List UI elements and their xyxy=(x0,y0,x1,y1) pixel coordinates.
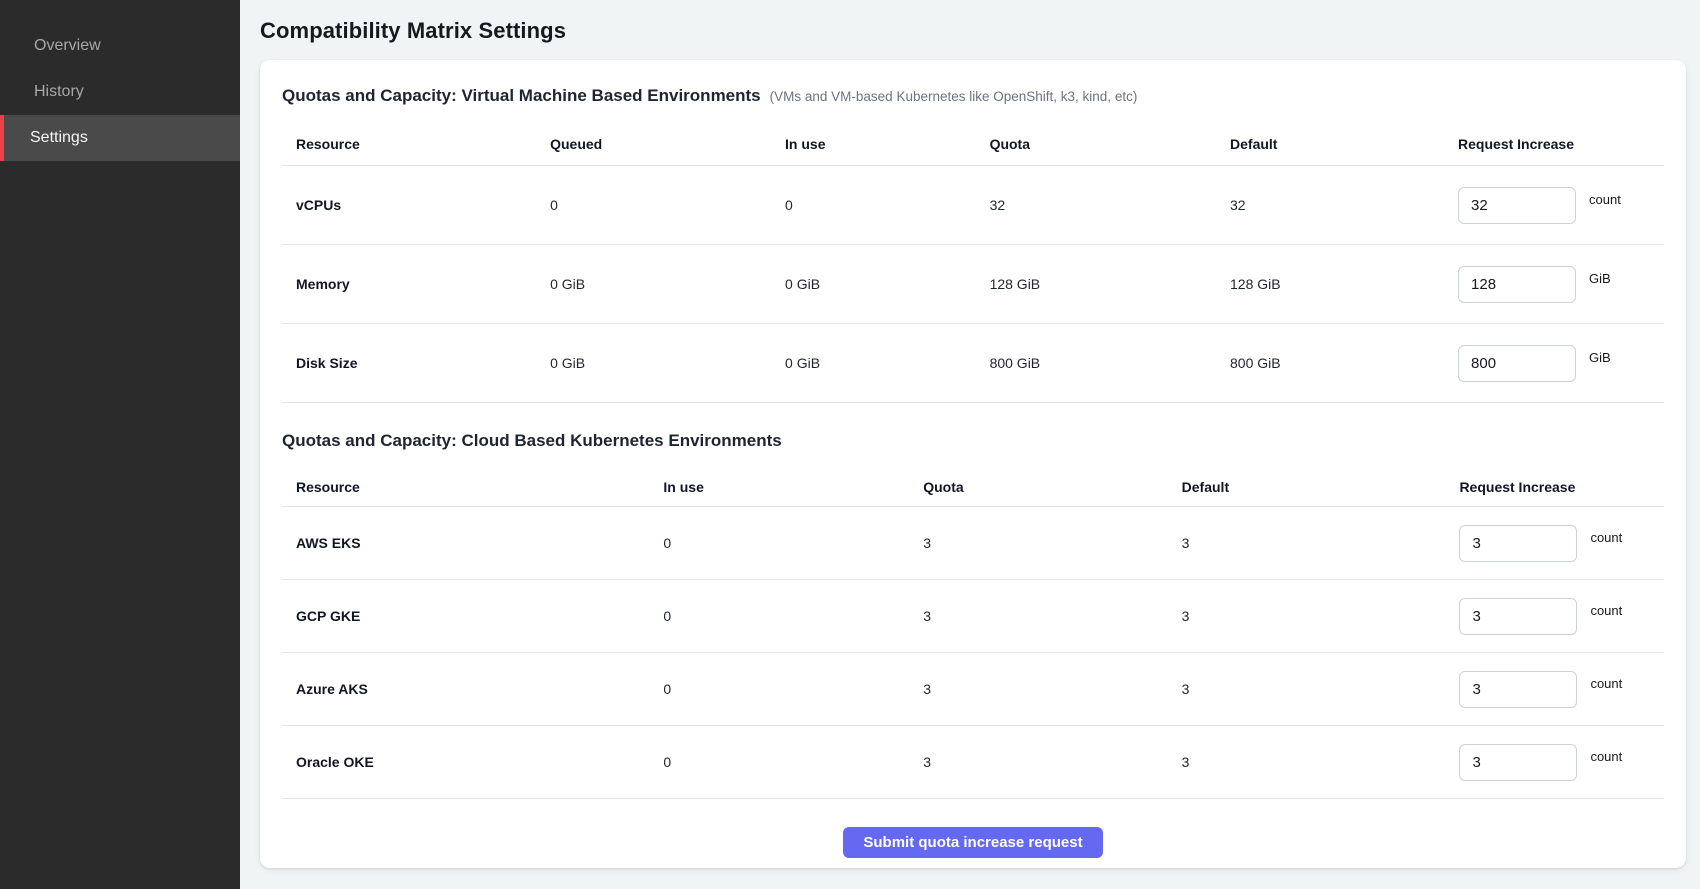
page-title: Compatibility Matrix Settings xyxy=(260,18,1686,44)
queued-value: 0 GiB xyxy=(550,355,785,371)
resource-name: Disk Size xyxy=(282,355,550,371)
column-header-quota: Quota xyxy=(923,479,1181,495)
sidebar-item-label: History xyxy=(34,83,84,101)
default-value: 3 xyxy=(1182,754,1460,770)
request-increase-cell: GiB xyxy=(1458,266,1664,303)
unit-label: count xyxy=(1590,603,1622,618)
sidebar-nav: Overview History Settings xyxy=(0,23,240,161)
table-row-memory: Memory 0 GiB 0 GiB 128 GiB 128 GiB GiB xyxy=(282,245,1664,324)
quota-value: 800 GiB xyxy=(990,355,1230,371)
unit-label: GiB xyxy=(1589,350,1611,365)
sidebar-item-label: Overview xyxy=(34,37,101,55)
quota-value: 3 xyxy=(923,535,1181,551)
resource-name: GCP GKE xyxy=(282,608,663,624)
column-header-request-increase: Request Increase xyxy=(1458,136,1664,152)
quota-value: 128 GiB xyxy=(990,276,1230,292)
disk-size-request-input[interactable] xyxy=(1458,345,1576,382)
memory-request-input[interactable] xyxy=(1458,266,1576,303)
resource-name: AWS EKS xyxy=(282,535,663,551)
resource-name: Azure AKS xyxy=(282,681,663,697)
quota-value: 3 xyxy=(923,754,1181,770)
in-use-value: 0 xyxy=(663,681,923,697)
settings-card: Quotas and Capacity: Virtual Machine Bas… xyxy=(260,60,1686,868)
default-value: 32 xyxy=(1230,197,1458,213)
quota-value: 32 xyxy=(990,197,1230,213)
oracle-oke-request-input[interactable] xyxy=(1459,744,1577,781)
table-row-vcpus: vCPUs 0 0 32 32 count xyxy=(282,166,1664,245)
resource-name: Oracle OKE xyxy=(282,754,663,770)
table-row-oracle-oke: Oracle OKE 0 3 3 count xyxy=(282,726,1664,799)
submit-row: Submit quota increase request xyxy=(282,827,1664,858)
column-header-in-use: In use xyxy=(785,136,990,152)
queued-value: 0 GiB xyxy=(550,276,785,292)
default-value: 3 xyxy=(1182,681,1460,697)
default-value: 800 GiB xyxy=(1230,355,1458,371)
request-increase-cell: count xyxy=(1459,744,1664,781)
k8s-quota-table: Resource In use Quota Default Request In… xyxy=(282,467,1664,799)
vm-quota-table: Resource Queued In use Quota Default Req… xyxy=(282,122,1664,403)
column-header-quota: Quota xyxy=(990,136,1230,152)
column-header-in-use: In use xyxy=(663,479,923,495)
quota-value: 3 xyxy=(923,681,1181,697)
unit-label: count xyxy=(1590,530,1622,545)
in-use-value: 0 xyxy=(663,754,923,770)
column-header-queued: Queued xyxy=(550,136,785,152)
column-header-request-increase: Request Increase xyxy=(1459,479,1664,495)
column-header-default: Default xyxy=(1230,136,1458,152)
column-header-resource: Resource xyxy=(282,479,663,495)
column-header-resource: Resource xyxy=(282,136,550,152)
sidebar-item-label: Settings xyxy=(30,129,88,147)
submit-quota-button[interactable]: Submit quota increase request xyxy=(843,827,1102,858)
in-use-value: 0 xyxy=(663,608,923,624)
vcpus-request-input[interactable] xyxy=(1458,187,1576,224)
in-use-value: 0 xyxy=(785,197,990,213)
in-use-value: 0 xyxy=(663,535,923,551)
table-row-azure-aks: Azure AKS 0 3 3 count xyxy=(282,653,1664,726)
queued-value: 0 xyxy=(550,197,785,213)
table-row-disk-size: Disk Size 0 GiB 0 GiB 800 GiB 800 GiB Gi… xyxy=(282,324,1664,403)
sidebar-item-settings[interactable]: Settings xyxy=(0,115,240,161)
sidebar: Overview History Settings xyxy=(0,0,240,889)
in-use-value: 0 GiB xyxy=(785,276,990,292)
vm-section-header: Quotas and Capacity: Virtual Machine Bas… xyxy=(282,86,1664,106)
k8s-section-heading: Quotas and Capacity: Cloud Based Kuberne… xyxy=(282,431,1664,451)
quota-value: 3 xyxy=(923,608,1181,624)
in-use-value: 0 GiB xyxy=(785,355,990,371)
unit-label: count xyxy=(1589,192,1621,207)
default-value: 3 xyxy=(1182,608,1460,624)
table-header-row: Resource Queued In use Quota Default Req… xyxy=(282,122,1664,166)
gcp-gke-request-input[interactable] xyxy=(1459,598,1577,635)
sidebar-item-history[interactable]: History xyxy=(0,69,240,115)
sidebar-item-overview[interactable]: Overview xyxy=(0,23,240,69)
request-increase-cell: count xyxy=(1459,598,1664,635)
table-header-row: Resource In use Quota Default Request In… xyxy=(282,467,1664,507)
resource-name: Memory xyxy=(282,276,550,292)
unit-label: count xyxy=(1590,749,1622,764)
request-increase-cell: count xyxy=(1459,671,1664,708)
default-value: 3 xyxy=(1182,535,1460,551)
request-increase-cell: count xyxy=(1458,187,1664,224)
table-row-gcp-gke: GCP GKE 0 3 3 count xyxy=(282,580,1664,653)
request-increase-cell: GiB xyxy=(1458,345,1664,382)
table-row-aws-eks: AWS EKS 0 3 3 count xyxy=(282,507,1664,580)
default-value: 128 GiB xyxy=(1230,276,1458,292)
vm-section-subtitle: (VMs and VM-based Kubernetes like OpenSh… xyxy=(770,89,1138,104)
vm-section-heading: Quotas and Capacity: Virtual Machine Bas… xyxy=(282,86,761,106)
resource-name: vCPUs xyxy=(282,197,550,213)
column-header-default: Default xyxy=(1182,479,1460,495)
azure-aks-request-input[interactable] xyxy=(1459,671,1577,708)
unit-label: count xyxy=(1590,676,1622,691)
main-content: Compatibility Matrix Settings Quotas and… xyxy=(240,0,1700,889)
unit-label: GiB xyxy=(1589,271,1611,286)
request-increase-cell: count xyxy=(1459,525,1664,562)
aws-eks-request-input[interactable] xyxy=(1459,525,1577,562)
